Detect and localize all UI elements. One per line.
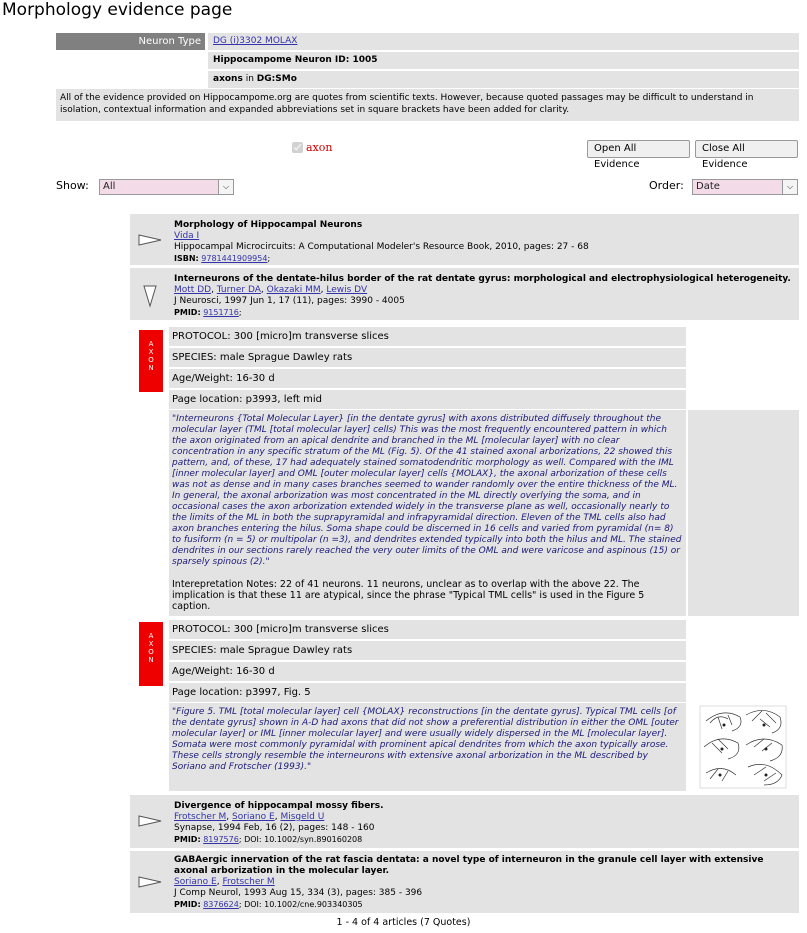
article-title: Divergence of hippocampal mossy fibers. <box>174 801 384 811</box>
expand-triangle-icon[interactable] <box>130 214 169 265</box>
interpretation-notes: Interepretation Notes: 22 of 41 neurons.… <box>172 579 645 612</box>
age-row: Age/Weight: 16-30 d <box>169 369 686 388</box>
author-link[interactable]: Turner DA <box>217 285 261 295</box>
species-row: SPECIES: male Sprague Dawley rats <box>169 641 686 660</box>
expand-toggle[interactable] <box>130 214 169 265</box>
article-id-label: ISBN: <box>174 254 199 263</box>
author-link[interactable]: Misgeld U <box>280 812 324 822</box>
author-link[interactable]: Soriano E <box>174 877 217 887</box>
chevron-down-icon: ⌵ <box>782 180 797 194</box>
author-link[interactable]: Frotscher M <box>222 877 274 887</box>
quote-text-box: "Interneurons {Total Molecular Layer} [i… <box>169 410 686 616</box>
figure-placeholder <box>688 410 799 616</box>
location-in: in <box>245 74 254 84</box>
expand-triangle-icon[interactable] <box>130 851 169 913</box>
neuron-type-row: Neuron Type DG (i)3302 MOLAX <box>56 33 799 50</box>
article-item: GABAergic innervation of the rat fascia … <box>130 851 799 913</box>
page-location-row: Page location: p3997, Fig. 5 <box>169 683 686 702</box>
show-select[interactable]: All ⌵ <box>99 179 234 195</box>
show-label: Show: <box>56 179 89 192</box>
axon-tag: AXON <box>139 330 163 392</box>
article-journal: Hippocampal Microcircuits: A Computation… <box>174 242 589 252</box>
article-doi: ; DOI: 10.1002/syn.890160208 <box>238 835 363 844</box>
expand-triangle-icon[interactable] <box>130 795 169 848</box>
location-value: axons in DG:SMo <box>208 71 799 88</box>
article-title: Interneurons of the dentate-hilus border… <box>174 274 791 284</box>
article-journal: Synapse, 1994 Feb, 16 (2), pages: 148 - … <box>174 823 375 833</box>
quote-text-box: "Figure 5. TML [total molecular layer] c… <box>169 703 686 791</box>
article-id-label: PMID: <box>174 835 201 844</box>
location-region: DG:SMo <box>256 74 297 84</box>
quote-text: "Figure 5. TML [total molecular layer] c… <box>172 707 679 772</box>
collapse-toggle[interactable] <box>130 268 169 320</box>
author-link[interactable]: Okazaki MM <box>267 285 321 295</box>
author-link[interactable]: Lewis DV <box>326 285 367 295</box>
article-doi: ; DOI: 10.1002/cne.903340305 <box>238 900 363 909</box>
figure-5-thumbnail-image[interactable] <box>688 703 799 791</box>
neuron-type-label: Neuron Type <box>56 33 205 50</box>
author-link[interactable]: Vida I <box>174 231 199 241</box>
article-id-link[interactable]: 9151716 <box>203 308 239 317</box>
expand-toggle[interactable] <box>130 851 169 913</box>
expand-toggle[interactable] <box>130 795 169 848</box>
article-item: Divergence of hippocampal mossy fibers. … <box>130 795 799 848</box>
article-id-link[interactable]: 8197576 <box>203 835 239 844</box>
neuron-info-table: Neuron Type DG (i)3302 MOLAX Hippocampom… <box>56 33 799 88</box>
pagination-summary: 1 - 4 of 4 articles (7 Quotes) <box>336 917 471 928</box>
neuron-type-value: DG (i)3302 MOLAX <box>208 33 799 50</box>
location-row: axons in DG:SMo <box>56 71 799 88</box>
protocol-row: PROTOCOL: 300 [micro]m transverse slices <box>169 327 686 346</box>
neuron-id: Hippocampome Neuron ID: 1005 <box>208 52 799 69</box>
page-title: Morphology evidence page <box>2 0 233 20</box>
author-link[interactable]: Mott DD <box>174 285 211 295</box>
species-row: SPECIES: male Sprague Dawley rats <box>169 348 686 367</box>
article-journal: J Comp Neurol, 1993 Aug 15, 334 (3), pag… <box>174 888 423 898</box>
protocol-row: PROTOCOL: 300 [micro]m transverse slices <box>169 620 686 639</box>
order-select[interactable]: Date ⌵ <box>692 179 798 195</box>
author-link[interactable]: Frotscher M <box>174 812 226 822</box>
axon-checkbox-label: axon <box>306 141 333 154</box>
close-all-evidence-button[interactable]: Close All Evidence <box>695 140 798 170</box>
axon-checkbox[interactable] <box>292 142 303 153</box>
evidence-notice: All of the evidence provided on Hippocam… <box>56 89 799 121</box>
age-row: Age/Weight: 16-30 d <box>169 662 686 681</box>
quote-text: "Interneurons {Total Molecular Layer} [i… <box>172 414 682 567</box>
neuron-id-row: Hippocampome Neuron ID: 1005 <box>56 52 799 69</box>
article-journal: J Neurosci, 1997 Jun 1, 17 (11), pages: … <box>174 296 405 306</box>
axon-filter-checkbox[interactable]: axon <box>292 141 332 154</box>
article-id-link[interactable]: 9781441909954 <box>201 254 267 263</box>
order-select-value: Date <box>696 181 720 192</box>
article-id-label: PMID: <box>174 900 201 909</box>
article-item: Morphology of Hippocampal Neurons Vida I… <box>130 214 799 265</box>
page-location-row: Page location: p3993, left mid <box>169 390 686 409</box>
axon-tag: AXON <box>139 622 163 686</box>
location-prefix: axons <box>213 74 243 84</box>
article-id-label: PMID: <box>174 308 201 317</box>
order-label: Order: <box>649 179 684 192</box>
chevron-down-icon: ⌵ <box>218 180 233 194</box>
show-select-value: All <box>103 181 116 192</box>
author-link[interactable]: Soriano E <box>232 812 275 822</box>
article-item: Interneurons of the dentate-hilus border… <box>130 268 799 320</box>
open-all-evidence-button[interactable]: Open All Evidence <box>587 140 690 170</box>
article-title: Morphology of Hippocampal Neurons <box>174 220 363 230</box>
collapse-triangle-icon[interactable] <box>130 268 169 320</box>
neuron-type-link[interactable]: DG (i)3302 MOLAX <box>213 36 297 46</box>
article-id-link[interactable]: 8376624 <box>203 900 239 909</box>
article-title: GABAergic innervation of the rat fascia … <box>174 855 764 876</box>
figure-thumbnail[interactable] <box>688 703 799 791</box>
